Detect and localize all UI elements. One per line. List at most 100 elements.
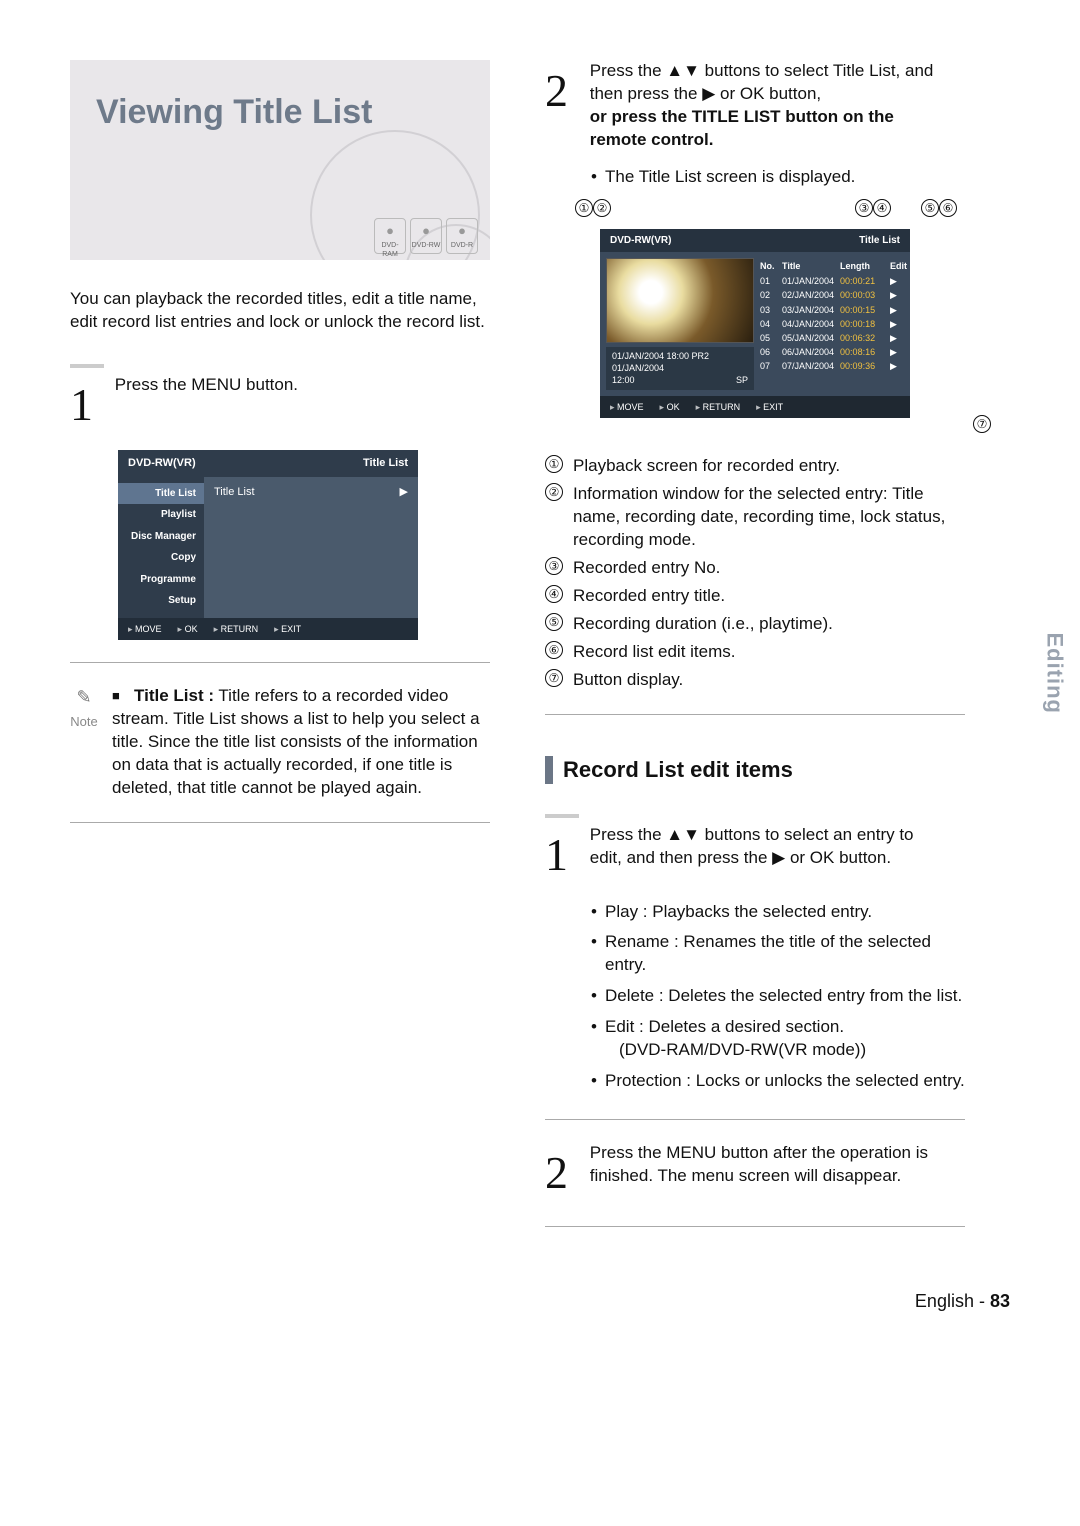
divider: [70, 662, 490, 663]
bullet: Edit : Deletes a desired section. (DVD-R…: [591, 1012, 965, 1066]
t: Edit : Deletes a desired section.: [605, 1017, 844, 1036]
info-window: 01/JAN/2004 18:00 PR2 01/JAN/2004 12:00S…: [606, 347, 754, 390]
bullet: The Title List screen is displayed.: [591, 162, 965, 193]
right-icon: ▶: [702, 84, 715, 103]
step-number: 2: [545, 1142, 579, 1204]
badge-dvd-ram: DVD-RAM: [374, 218, 406, 254]
table-row: 0101/JAN/200400:00:21▶: [760, 274, 904, 288]
step-number: 2: [545, 60, 579, 122]
divider: [545, 1119, 965, 1120]
col-title: Title: [782, 260, 834, 272]
menu-ftr-exit: EXIT: [274, 623, 301, 635]
t: or OK button,: [715, 84, 821, 103]
bullet: Play : Playbacks the selected entry.: [591, 897, 965, 928]
side-tab: Editing: [1040, 633, 1070, 715]
intro-text: You can playback the recorded titles, ed…: [70, 288, 490, 334]
tl-ftr-ok: OK: [660, 401, 680, 413]
menu-side-item: Playlist: [118, 504, 204, 526]
menu-side-item: Title List: [118, 483, 204, 505]
menu-screen: DVD-RW(VR) Title List Title List Playlis…: [118, 450, 418, 640]
tl-hdr-right: Title List: [859, 234, 900, 248]
page-number: 83: [990, 1291, 1010, 1311]
step-text: Press the MENU button after the operatio…: [590, 1142, 950, 1188]
menu-ftr-ok: OK: [178, 623, 198, 635]
legend-item: ⑦Button display.: [545, 669, 965, 692]
bullet: Delete : Deletes the selected entry from…: [591, 981, 965, 1012]
up-down-icon: ▲▼: [666, 61, 700, 80]
callout-1: ①: [575, 199, 593, 217]
tl-hdr-left: DVD-RW(VR): [610, 234, 671, 248]
callout-2: ②: [593, 199, 611, 217]
table-row: 0202/JAN/200400:00:03▶: [760, 288, 904, 302]
step-bold: or press the TITLE LIST button on the re…: [590, 107, 894, 149]
right-icon: ▶: [772, 848, 785, 867]
note-lead: Title List :: [134, 686, 214, 705]
col-no: No.: [760, 260, 776, 272]
badge-dvd-rw: DVD-RW: [410, 218, 442, 254]
divider: [545, 814, 579, 818]
table-row: 0707/JAN/200400:09:36▶: [760, 359, 904, 373]
step-text: Press the MENU button.: [115, 374, 298, 397]
legend-item: ⑥Record list edit items.: [545, 641, 965, 664]
callout-3: ③: [855, 199, 873, 217]
meta-line: 01/JAN/2004: [612, 363, 748, 375]
menu-side-item: Copy: [118, 547, 204, 569]
menu-hdr-left: DVD-RW(VR): [128, 456, 196, 471]
section-header: Record List edit items: [545, 755, 965, 785]
title-table: No. Title Length Edit 0101/JAN/200400:00…: [760, 258, 904, 390]
section-title: Record List edit items: [563, 755, 793, 785]
tl-footer: MOVE OK RETURN EXIT: [600, 396, 910, 418]
title-list-screen: DVD-RW(VR) Title List 01/JAN/2004 18:00 …: [600, 229, 910, 419]
step-text: Press the ▲▼ buttons to select an entry …: [590, 824, 950, 870]
page-heading: Viewing Title List: [70, 60, 490, 136]
title-box: Viewing Title List DVD-RAM DVD-RW DVD-R: [70, 60, 490, 260]
menu-main: Title List ▶: [204, 477, 418, 618]
badge-dvd-r: DVD-R: [446, 218, 478, 254]
callout-4: ④: [873, 199, 891, 217]
bullet: Protection : Locks or unlocks the select…: [591, 1066, 965, 1097]
meta-time: 12:00: [612, 375, 635, 387]
menu-ftr-move: MOVE: [128, 623, 162, 635]
legend-item: ④Recorded entry title.: [545, 585, 965, 608]
legend: ①Playback screen for recorded entry. ②Inf…: [545, 455, 965, 691]
menu-ftr-return: RETURN: [214, 623, 259, 635]
tl-ftr-exit: EXIT: [756, 401, 783, 413]
menu-main-item: Title List: [214, 485, 255, 500]
table-row: 0303/JAN/200400:00:15▶: [760, 303, 904, 317]
tl-ftr-return: RETURN: [696, 401, 741, 413]
divider: [545, 714, 965, 715]
bullet-sub: (DVD-RAM/DVD-RW(VR mode)): [605, 1039, 965, 1062]
note-label: Note: [70, 713, 98, 731]
note-block: ✎ Note ■ Title List : Title refers to a …: [70, 685, 490, 800]
page-footer: English - 83: [70, 1289, 1010, 1313]
callout-7: ⑦: [973, 415, 991, 433]
t: or OK button.: [785, 848, 891, 867]
callout-6: ⑥: [939, 199, 957, 217]
playback-thumbnail: [606, 258, 754, 343]
note-icon: ✎: [70, 685, 98, 709]
menu-hdr-right: Title List: [363, 456, 408, 471]
legend-item: ③Recorded entry No.: [545, 557, 965, 580]
col-edit: Edit: [890, 260, 904, 272]
callout-5: ⑤: [921, 199, 939, 217]
tl-ftr-move: MOVE: [610, 401, 644, 413]
menu-side-item: Disc Manager: [118, 526, 204, 548]
meta-line: 01/JAN/2004 18:00 PR2: [612, 351, 748, 363]
t: Press the: [590, 61, 667, 80]
legend-item: ⑤Recording duration (i.e., playtime).: [545, 613, 965, 636]
table-row: 0606/JAN/200400:08:16▶: [760, 345, 904, 359]
menu-footer: MOVE OK RETURN EXIT: [118, 618, 418, 640]
divider: [545, 1226, 965, 1227]
menu-sidebar: Title List Playlist Disc Manager Copy Pr…: [118, 477, 204, 618]
up-down-icon: ▲▼: [666, 825, 700, 844]
step-number: 1: [70, 374, 104, 436]
table-row: 0505/JAN/200400:06:32▶: [760, 331, 904, 345]
legend-item: ①Playback screen for recorded entry.: [545, 455, 965, 478]
bullet: Rename : Renames the title of the select…: [591, 927, 965, 981]
bullet-icon: ■: [112, 688, 120, 703]
arrow-right-icon: ▶: [400, 485, 408, 500]
menu-side-item: Setup: [118, 590, 204, 612]
col-length: Length: [840, 260, 884, 272]
table-row: 0404/JAN/200400:00:18▶: [760, 317, 904, 331]
legend-item: ②Information window for the selected ent…: [545, 483, 965, 552]
